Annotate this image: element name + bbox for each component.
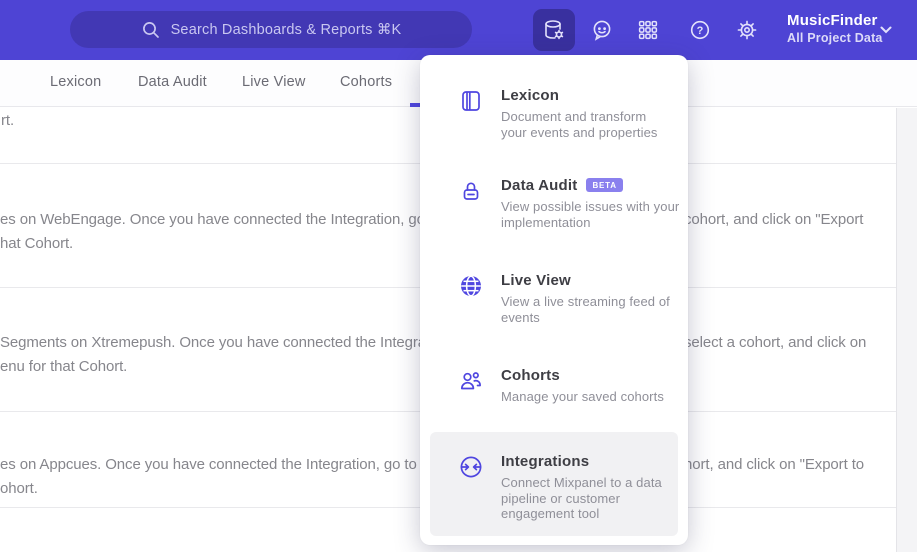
project-scope: All Project Data — [787, 31, 883, 45]
beta-badge: BETA — [586, 177, 623, 192]
settings-button[interactable] — [735, 18, 759, 42]
apps-button[interactable] — [636, 18, 660, 42]
menu-item-title: Data Audit — [501, 177, 578, 194]
bg-text-fragment: hat Cohort. — [0, 235, 74, 252]
menu-item-lexicon[interactable]: Lexicon Document and transform your even… — [420, 87, 688, 140]
menu-item-description: Document and transform your events and p… — [501, 109, 658, 140]
bg-text-fragment: es on WebEngage. Once you have connected… — [0, 211, 466, 228]
menu-item-cohorts[interactable]: Cohorts Manage your saved cohorts — [420, 367, 688, 405]
people-icon — [458, 368, 484, 394]
menu-item-data-audit[interactable]: Data Audit BETA View possible issues wit… — [420, 177, 688, 230]
bg-text-fragment: cohort, and click on "Export — [684, 211, 864, 228]
bg-text-fragment: es on Appcues. Once you have connected t… — [0, 456, 458, 473]
menu-item-title: Integrations — [501, 453, 590, 470]
project-name: MusicFinder — [787, 12, 878, 29]
menu-item-description: View a live streaming feed of events — [501, 294, 670, 325]
apps-grid-icon — [636, 18, 660, 42]
feedback-button[interactable] — [590, 18, 614, 42]
help-icon: ? — [688, 18, 712, 42]
bg-text-fragment: hort, and click on "Export to — [684, 456, 865, 473]
audit-lock-icon — [458, 178, 484, 204]
feedback-smiley-icon — [590, 18, 614, 42]
sync-arrows-icon — [458, 454, 484, 480]
data-management-button[interactable] — [533, 9, 575, 51]
globe-icon — [458, 273, 484, 299]
menu-item-title: Lexicon — [501, 87, 560, 104]
database-gear-icon — [541, 17, 567, 43]
gear-icon — [735, 18, 759, 42]
scroll-gutter — [896, 108, 917, 552]
project-switcher[interactable]: MusicFinder All Project Data — [787, 12, 883, 45]
bg-text-fragment: enu for that Cohort. — [0, 358, 128, 375]
tab-lexicon[interactable]: Lexicon — [50, 74, 101, 90]
navigation-dropdown: Lexicon Document and transform your even… — [420, 55, 688, 545]
book-icon — [458, 88, 484, 114]
bg-text-fragment: ohort. — [0, 480, 38, 497]
app-header: Search Dashboards & Reports ⌘K ? MusicFi… — [0, 0, 917, 60]
menu-item-live-view[interactable]: Live View View a live streaming feed of … — [420, 272, 688, 325]
menu-item-title: Cohorts — [501, 367, 560, 384]
help-button[interactable]: ? — [688, 18, 712, 42]
menu-item-description: Manage your saved cohorts — [501, 389, 664, 404]
tab-live-view[interactable]: Live View — [242, 74, 306, 90]
menu-item-description: View possible issues with your implement… — [501, 199, 680, 230]
chevron-down-icon[interactable] — [879, 24, 893, 36]
tab-data-audit[interactable]: Data Audit — [138, 74, 207, 90]
search-icon — [141, 20, 161, 40]
menu-item-title: Live View — [501, 272, 571, 289]
menu-item-description: Connect Mixpanel to a data pipeline or c… — [501, 475, 662, 521]
search-input[interactable]: Search Dashboards & Reports ⌘K — [70, 11, 472, 48]
tab-cohorts[interactable]: Cohorts — [340, 74, 392, 90]
menu-item-integrations[interactable]: Integrations Connect Mixpanel to a data … — [430, 432, 678, 536]
svg-text:?: ? — [697, 25, 704, 37]
bg-text-fragment: select a cohort, and click on — [684, 334, 867, 351]
bg-text-fragment: rt. — [1, 112, 15, 129]
bg-text-fragment: Segments on Xtremepush. Once you have co… — [0, 334, 454, 351]
search-placeholder: Search Dashboards & Reports ⌘K — [170, 21, 402, 38]
